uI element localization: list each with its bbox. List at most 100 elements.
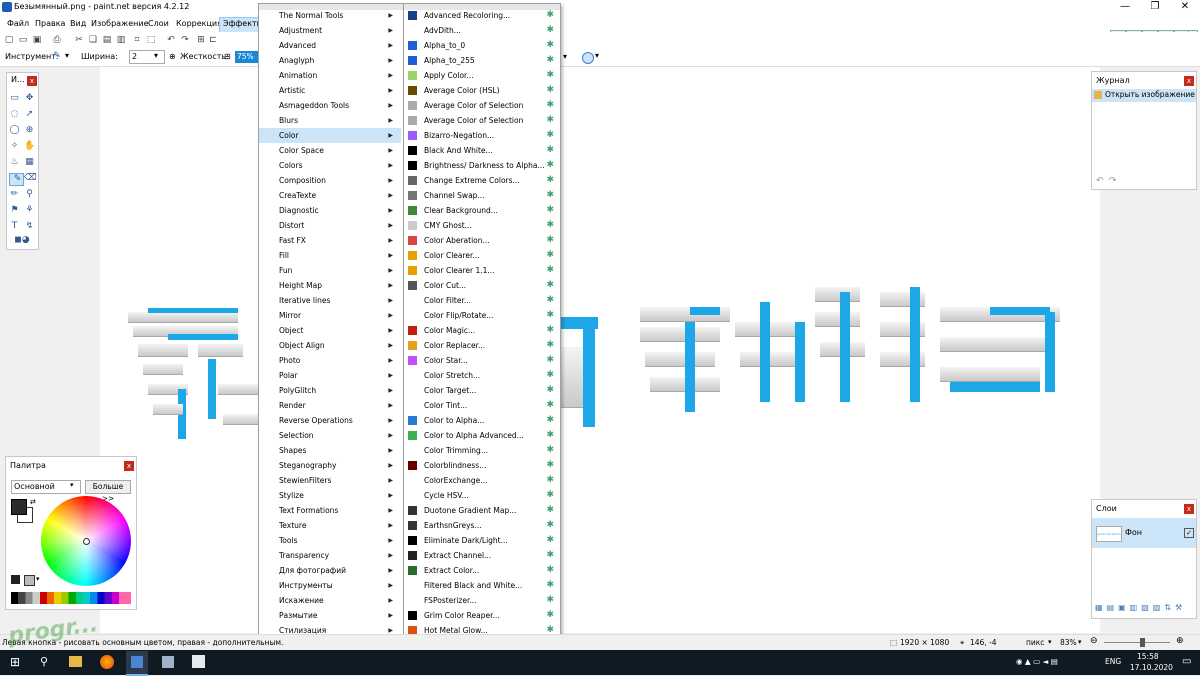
effects-menu-item[interactable]: PolyGlitch ▶ (259, 383, 401, 398)
image-canvas[interactable] (100, 67, 1100, 633)
layer-visibility-checkbox[interactable]: ✓ (1184, 528, 1194, 538)
color-submenu-item[interactable]: Color Tint... ✱ (404, 398, 558, 413)
color-submenu-item[interactable]: Color to Alpha... ✱ (404, 413, 558, 428)
cut-icon[interactable]: ✂ (74, 35, 84, 45)
crop-icon[interactable]: ⌗ (132, 35, 142, 45)
zoom-in-icon[interactable]: ⊕ (1176, 636, 1184, 646)
effects-menu-item[interactable]: Fill ▶ (259, 248, 401, 263)
effects-menu-item[interactable]: Texture ▶ (259, 518, 401, 533)
effects-menu-item[interactable]: Composition ▶ (259, 173, 401, 188)
color-submenu-item[interactable]: Channel Swap... ✱ (404, 188, 558, 203)
color-submenu-item[interactable]: Color to Alpha Advanced... ✱ (404, 428, 558, 443)
pan-icon[interactable]: ✋ (24, 141, 35, 152)
zoom-value[interactable]: 83% (1060, 638, 1077, 647)
file-explorer-icon[interactable] (69, 656, 82, 667)
paste-new-icon[interactable]: ▥ (116, 35, 126, 45)
effects-menu-item[interactable]: Object ▶ (259, 323, 401, 338)
copy-icon[interactable]: ❏ (88, 35, 98, 45)
color-submenu-item[interactable]: Color Trimming... ✱ (404, 443, 558, 458)
primary-select-chevron-icon[interactable]: ▾ (70, 481, 74, 489)
effects-menu-item[interactable]: Photo ▶ (259, 353, 401, 368)
lasso-select-icon[interactable]: ◌ (9, 109, 20, 120)
rectangle-select-icon[interactable]: ▭ (9, 93, 20, 104)
color-submenu-item[interactable]: FSPosterizer... ✱ (404, 593, 558, 608)
zoom-icon[interactable]: ⊕ (24, 125, 35, 136)
effects-menu-item[interactable]: Stylize ▶ (259, 488, 401, 503)
effects-menu-item[interactable]: Инструменты ▶ (259, 578, 401, 593)
primary-color-swatch[interactable] (11, 499, 27, 515)
effects-menu-item[interactable]: Animation ▶ (259, 68, 401, 83)
notifications-icon[interactable]: ▭ (1182, 656, 1191, 667)
effects-menu-item[interactable]: Tools ▶ (259, 533, 401, 548)
color-submenu-item[interactable]: Color Magic... ✱ (404, 323, 558, 338)
effects-menu-item[interactable]: Iterative lines ▶ (259, 293, 401, 308)
windows-start-icon[interactable]: ⊞ (10, 655, 20, 669)
effects-menu-item[interactable]: Colors ▶ (259, 158, 401, 173)
shapes-icon[interactable]: ◼◕ (9, 235, 35, 246)
reset-colors-icon[interactable] (11, 575, 20, 584)
color-submenu-item[interactable]: Advanced Recoloring... ✱ (404, 8, 558, 23)
color-submenu-item[interactable]: Average Color of Selection ✱ (404, 113, 558, 128)
width-dropdown-icon[interactable]: ▾ (154, 51, 158, 60)
gradient-icon[interactable]: ▦ (24, 157, 35, 168)
effects-menu-item[interactable]: The Normal Tools ▶ (259, 8, 401, 23)
save-icon[interactable]: ▣ (32, 35, 42, 45)
move-selected-icon[interactable]: ➚ (24, 109, 35, 120)
effects-menu-item[interactable]: Transparency ▶ (259, 548, 401, 563)
color-submenu-item[interactable]: Grim Color Reaper... ✱ (404, 608, 558, 623)
width-input[interactable]: 2 (129, 50, 165, 64)
magic-wand-icon[interactable]: ✧ (9, 141, 20, 152)
paintbrush-tool-icon[interactable]: ✎ (9, 173, 24, 186)
color-wheel[interactable] (41, 496, 131, 586)
effects-menu-item[interactable]: Color Space ▶ (259, 143, 401, 158)
effects-menu-item[interactable]: Reverse Operations ▶ (259, 413, 401, 428)
paintbrush-icon[interactable]: ✎ (52, 51, 62, 61)
color-submenu-item[interactable]: Eliminate Dark/Light... ✱ (404, 533, 558, 548)
color-submenu-item[interactable]: CMY Ghost... ✱ (404, 218, 558, 233)
color-submenu-item[interactable]: Duotone Gradient Map... ✱ (404, 503, 558, 518)
tray-icons[interactable]: ◉ ▲ ▭ ◄ ▤ (1016, 657, 1058, 666)
history-redo-icon[interactable]: ↷ (1109, 176, 1117, 186)
move-selection-icon[interactable]: ✥ (24, 93, 35, 104)
color-submenu-item[interactable]: Alpha_to_0 ✱ (404, 38, 558, 53)
more-button[interactable]: Больше >> (85, 480, 131, 503)
selection-mode-icon[interactable] (582, 52, 594, 64)
color-submenu-item[interactable]: Change Extreme Colors... ✱ (404, 173, 558, 188)
undo-icon[interactable]: ↶ (166, 35, 176, 45)
ellipse-select-icon[interactable]: ◯ (9, 125, 20, 136)
language-indicator[interactable]: ENG (1105, 657, 1121, 666)
color-submenu-item[interactable]: Extract Color... ✱ (404, 563, 558, 578)
effects-menu-item[interactable]: Для фотографий ▶ (259, 563, 401, 578)
menu-edit[interactable]: Правка (32, 17, 68, 31)
recolor-icon[interactable]: ⚘ (24, 205, 35, 216)
color-submenu-item[interactable]: Color Cut... ✱ (404, 278, 558, 293)
pencil-icon[interactable]: ✏ (9, 189, 20, 200)
paste-icon[interactable]: ▤ (102, 35, 112, 45)
paint-bucket-icon[interactable]: ♨ (9, 157, 20, 168)
effects-menu-item[interactable]: Height Map ▶ (259, 278, 401, 293)
redo-icon[interactable]: ↷ (180, 35, 190, 45)
selection-mode-dropdown-icon[interactable]: ▾ (595, 51, 599, 60)
text-icon[interactable]: T (9, 221, 20, 232)
color-submenu-item[interactable]: Average Color of Selection ✱ (404, 98, 558, 113)
effects-menu-item[interactable]: Размытие ▶ (259, 608, 401, 623)
effects-menu-item[interactable]: Advanced ▶ (259, 38, 401, 53)
firefox-icon[interactable] (100, 655, 114, 669)
maximize-button[interactable]: ❐ (1140, 0, 1170, 15)
antialias-icon[interactable]: ⊕ (169, 52, 176, 61)
clone-stamp-icon[interactable]: ⚑ (9, 205, 20, 216)
zoom-slider-thumb[interactable] (1140, 638, 1145, 647)
color-submenu-item[interactable]: Apply Color... ✱ (404, 68, 558, 83)
color-submenu-item[interactable]: Color Star... ✱ (404, 353, 558, 368)
palette-swatches[interactable] (11, 592, 131, 604)
history-item[interactable]: Открыть изображение (1092, 89, 1196, 102)
effects-menu-item[interactable]: Blurs ▶ (259, 113, 401, 128)
zoom-out-icon[interactable]: ⊖ (1090, 636, 1098, 646)
menu-layers[interactable]: Слои (145, 17, 172, 31)
effects-menu-item[interactable]: Asmageddon Tools ▶ (259, 98, 401, 113)
color-submenu-item[interactable]: Average Color (HSL) ✱ (404, 83, 558, 98)
effects-menu-item[interactable]: Text Formations ▶ (259, 503, 401, 518)
color-submenu-item[interactable]: Color Replacer... ✱ (404, 338, 558, 353)
effects-menu-item[interactable]: Fun ▶ (259, 263, 401, 278)
palette-mode-icon[interactable] (24, 575, 35, 586)
